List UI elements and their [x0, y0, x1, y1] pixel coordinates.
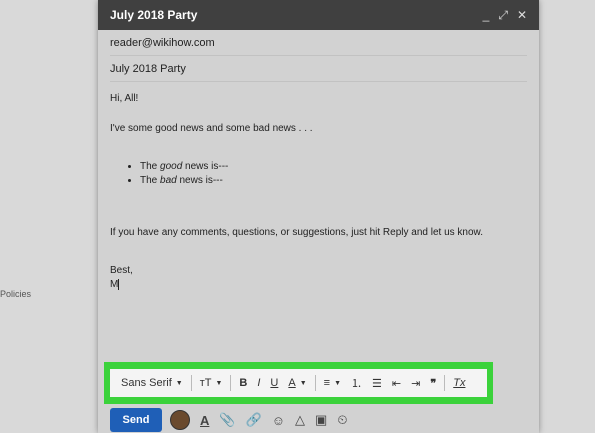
remove-formatting-icon[interactable]: Tx: [448, 369, 470, 397]
compose-title: July 2018 Party: [110, 8, 198, 22]
background-left: [0, 0, 97, 433]
quote-icon[interactable]: ❞: [425, 369, 441, 397]
indent-more-icon[interactable]: ⇥: [406, 369, 425, 397]
policies-link[interactable]: Policies: [0, 289, 31, 299]
signoff: Best,: [110, 265, 133, 276]
text-color-icon[interactable]: A ▼: [283, 369, 311, 397]
message-body[interactable]: Hi, All! I've some good news and some ba…: [98, 82, 539, 302]
close-icon[interactable]: ✕: [517, 8, 527, 22]
expand-icon[interactable]: ⤢: [498, 8, 508, 23]
emoji-icon[interactable]: ☺: [272, 413, 285, 428]
subject-value: July 2018 Party: [110, 62, 186, 75]
text-cursor: [118, 278, 120, 290]
list-item: The bad news is---: [140, 174, 527, 188]
compose-titlebar[interactable]: July 2018 Party _ ⤢ ✕: [98, 0, 539, 30]
indent-less-icon[interactable]: ⇤: [387, 369, 406, 397]
italic-icon[interactable]: I: [252, 369, 265, 397]
font-select[interactable]: Sans Serif ▼: [116, 369, 188, 397]
compose-bottombar: Send A 📎 🔗 ☺ △ ▣ ⏲: [110, 407, 347, 433]
photo-icon[interactable]: ▣: [315, 412, 327, 428]
greeting: Hi, All!: [110, 93, 139, 104]
numbered-list-icon[interactable]: ⒈: [346, 369, 367, 397]
link-icon[interactable]: 🔗: [246, 412, 262, 428]
confidential-icon[interactable]: ⏲: [337, 412, 347, 428]
align-icon[interactable]: ≡ ▼: [319, 369, 346, 397]
minimize-icon[interactable]: _: [483, 8, 490, 22]
chevron-down-icon: ▼: [175, 379, 183, 387]
font-select-value: Sans Serif: [121, 377, 172, 389]
underline-icon[interactable]: U: [265, 369, 283, 397]
message-line-2: If you have any comments, questions, or …: [110, 227, 483, 238]
message-line-1: I've some good news and some bad news . …: [110, 123, 313, 134]
bold-icon[interactable]: B: [234, 369, 252, 397]
background-right: [540, 0, 595, 433]
news-list: The good news is--- The bad news is---: [110, 160, 527, 188]
drive-icon[interactable]: △: [295, 412, 305, 428]
to-field[interactable]: reader@wikihow.com: [110, 30, 527, 56]
bulleted-list-icon[interactable]: ☰: [367, 369, 387, 397]
font-size-icon[interactable]: тT ▼: [195, 369, 228, 397]
signature: M: [110, 278, 120, 290]
send-button[interactable]: Send: [110, 408, 162, 432]
avatar[interactable]: [170, 410, 190, 430]
text-format-icon[interactable]: A: [200, 413, 209, 428]
to-value: reader@wikihow.com: [110, 36, 215, 49]
subject-field[interactable]: July 2018 Party: [110, 56, 527, 82]
formatting-toolbar: Sans Serif ▼ тT ▼ B I U A ▼ ≡ ▼ ⒈ ☰ ⇤ ⇥ ❞ Tx: [110, 369, 487, 397]
attach-icon[interactable]: 📎: [219, 412, 235, 428]
list-item: The good news is---: [140, 160, 527, 174]
